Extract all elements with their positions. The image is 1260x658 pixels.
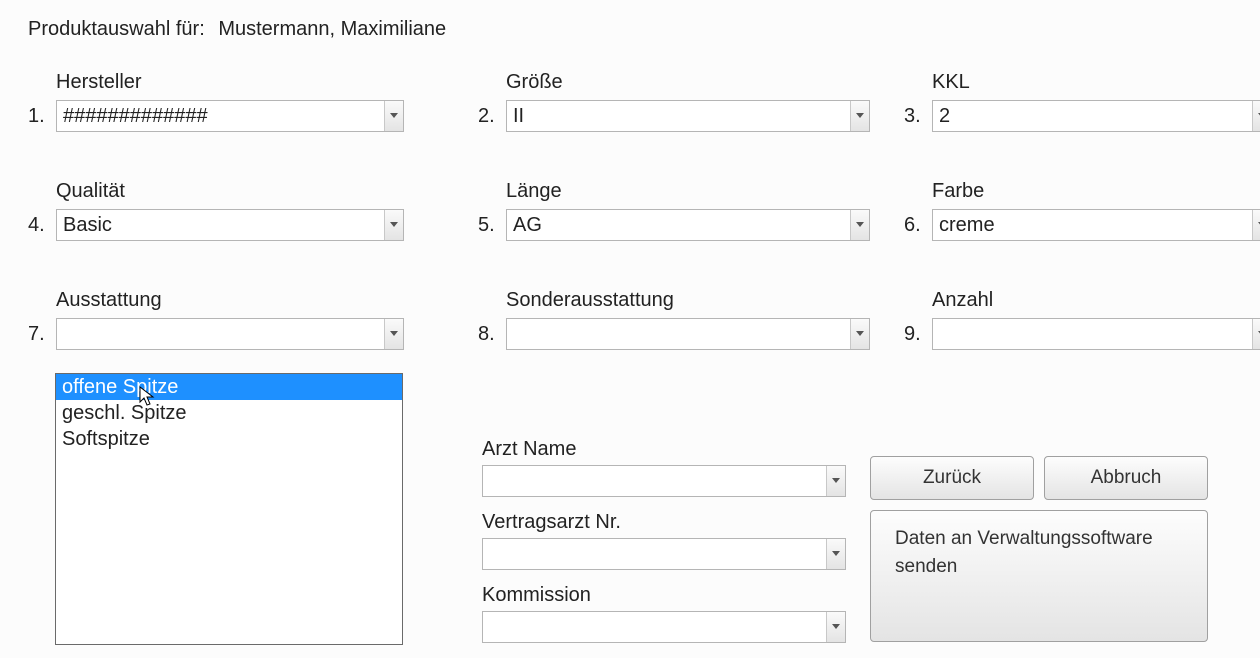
combo-sonderausstattung[interactable] [506, 318, 870, 350]
combo-kommission[interactable] [482, 611, 846, 643]
chevron-down-icon[interactable] [826, 539, 845, 569]
chevron-down-icon[interactable] [826, 612, 845, 642]
chevron-down-icon[interactable] [850, 210, 869, 240]
combo-anzahl[interactable] [932, 318, 1260, 350]
header-customer: Mustermann, Maximiliane [218, 18, 446, 41]
label-kommission: Kommission [482, 584, 844, 607]
label-vertragsarzt-nr: Vertragsarzt Nr. [482, 511, 844, 534]
option-offene-spitze[interactable]: offene Spitze [56, 374, 402, 400]
label-qualitaet: Qualität [56, 180, 404, 203]
value-farbe: creme [933, 214, 1252, 237]
combo-qualitaet[interactable]: Basic [56, 209, 404, 241]
combo-arzt-name[interactable] [482, 465, 846, 497]
value-kkl: 2 [933, 105, 1252, 128]
chevron-down-icon[interactable] [850, 319, 869, 349]
value-laenge: AG [507, 214, 850, 237]
label-sonderausstattung: Sonderausstattung [506, 289, 870, 312]
cancel-button[interactable]: Abbruch [1044, 456, 1208, 500]
value-groesse: II [507, 105, 850, 128]
field-number-laenge: 5. [478, 214, 500, 241]
field-number-kkl: 3. [904, 105, 926, 132]
label-groesse: Größe [506, 71, 870, 94]
combo-groesse[interactable]: II [506, 100, 870, 132]
field-number-groesse: 2. [478, 105, 500, 132]
combo-ausstattung[interactable] [56, 318, 404, 350]
chevron-down-icon[interactable] [384, 319, 403, 349]
combo-vertragsarzt-nr[interactable] [482, 538, 846, 570]
combo-laenge[interactable]: AG [506, 209, 870, 241]
field-number-sonderausstattung: 8. [478, 323, 500, 350]
field-number-ausstattung: 7. [28, 323, 50, 350]
cancel-button-label: Abbruch [1091, 467, 1162, 489]
chevron-down-icon[interactable] [1252, 210, 1260, 240]
header-label: Produktauswahl für: [28, 18, 205, 41]
page-title: Produktauswahl für: Mustermann, Maximili… [28, 18, 1260, 41]
chevron-down-icon[interactable] [384, 101, 403, 131]
send-button[interactable]: Daten an Verwaltungssoftware senden [870, 510, 1208, 642]
field-number-qualitaet: 4. [28, 214, 50, 241]
chevron-down-icon[interactable] [1252, 319, 1260, 349]
chevron-down-icon[interactable] [1252, 101, 1260, 131]
field-number-anzahl: 9. [904, 323, 926, 350]
back-button[interactable]: Zurück [870, 456, 1034, 500]
send-button-label: Daten an Verwaltungssoftware senden [895, 525, 1183, 581]
label-hersteller: Hersteller [56, 71, 404, 94]
label-laenge: Länge [506, 180, 870, 203]
option-geschl-spitze[interactable]: geschl. Spitze [56, 400, 402, 426]
field-number-hersteller: 1. [28, 105, 50, 132]
chevron-down-icon[interactable] [850, 101, 869, 131]
combo-farbe[interactable]: creme [932, 209, 1260, 241]
field-number-farbe: 6. [904, 214, 926, 241]
value-hersteller: ############# [57, 105, 384, 128]
back-button-label: Zurück [923, 467, 981, 489]
label-farbe: Farbe [932, 180, 1260, 203]
label-kkl: KKL [932, 71, 1260, 94]
chevron-down-icon[interactable] [384, 210, 403, 240]
chevron-down-icon[interactable] [826, 466, 845, 496]
label-ausstattung: Ausstattung [56, 289, 404, 312]
combo-kkl[interactable]: 2 [932, 100, 1260, 132]
label-anzahl: Anzahl [932, 289, 1260, 312]
combo-hersteller[interactable]: ############# [56, 100, 404, 132]
value-qualitaet: Basic [57, 214, 384, 237]
label-arzt-name: Arzt Name [482, 438, 844, 461]
